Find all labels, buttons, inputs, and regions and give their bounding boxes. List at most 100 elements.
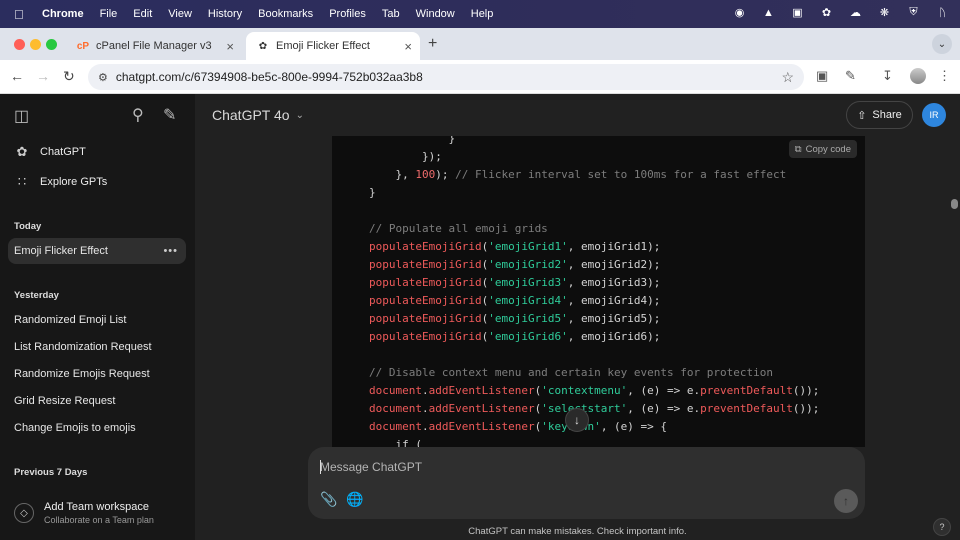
code-token: } [369,136,456,145]
profile-avatar[interactable] [910,68,926,84]
code-block: ⧉ Copy code } }); }, 100); // Flicker in… [332,136,865,447]
window-zoom-button[interactable] [46,39,57,50]
tab-title: Emoji Flicker Effect [276,40,370,52]
code-line: document.addEventListener('keydown', (e)… [369,418,667,436]
send-button[interactable]: ↑ [834,489,858,513]
menu-window[interactable]: Window [416,8,455,20]
screenshot-icon[interactable]: ▣ [816,68,828,84]
reload-icon[interactable]: ↻ [63,68,75,85]
code-line: populateEmojiGrid('emojiGrid6', emojiGri… [369,328,660,346]
tab-emoji-flicker[interactable]: ✿ Emoji Flicker Effect × [246,32,420,60]
new-tab-icon[interactable]: + [428,35,437,53]
code-token: 'emojiGrid5' [488,312,568,325]
menu-history[interactable]: History [208,8,242,20]
macos-menubar:  Chrome File Edit View History Bookmark… [0,0,960,28]
attach-paperclip-icon[interactable]: 📎 [320,491,337,508]
model-selector[interactable]: ChatGPT 4o ⌄ [212,107,304,123]
code-token: , emojiGrid6); [567,330,661,343]
code-token: , (e) => e. [627,402,701,415]
close-tab-icon[interactable]: × [226,39,234,54]
cloud-icon[interactable]: ☁ [848,5,863,20]
tab-search-chevron-icon[interactable]: ⌄ [932,34,952,54]
page-scrollbar-thumb[interactable] [951,199,958,209]
code-token: populateEmojiGrid [369,276,482,289]
web-search-globe-icon[interactable]: 🌐 [346,491,363,508]
team-workspace-icon: ◇ [14,503,34,523]
sidebar-toggle-icon[interactable]: ◫ [14,106,29,126]
openai-icon: ✿ [258,40,268,52]
scroll-down-button[interactable]: ↓ [565,408,589,432]
add-team-workspace[interactable]: ◇ Add Team workspace Collaborate on a Te… [14,501,154,525]
history-item[interactable]: Randomize Emojis Request [14,368,150,380]
download-icon[interactable]: ↧ [882,68,893,84]
apple-icon[interactable]:  [14,7,30,22]
code-token: 'emojiGrid1' [488,240,568,253]
copy-icon: ⧉ [794,143,802,155]
history-item[interactable]: List Randomization Request [14,341,152,353]
sidebar-item-label: Explore GPTs [40,176,108,188]
display-icon[interactable]: ▣ [790,5,805,20]
code-token: populateEmojiGrid [369,240,482,253]
code-token: . [421,384,429,397]
user-avatar[interactable]: IR [922,103,946,127]
code-token: 'emojiGrid6' [488,330,568,343]
extensions-puzzle-icon[interactable]: ✎ [845,68,856,84]
history-item[interactable]: Grid Resize Request [14,395,116,407]
window-minimize-button[interactable] [30,39,41,50]
code-token: 100 [415,168,436,181]
copy-code-label: Copy code [805,143,851,155]
forward-arrow-icon[interactable]: → [36,68,50,84]
sidebar-item-chatgpt[interactable]: ✿ ChatGPT [14,144,86,160]
more-options-icon[interactable]: ••• [163,245,178,257]
code-token: populateEmojiGrid [369,294,482,307]
code-token: populateEmojiGrid [369,330,482,343]
menu-profiles[interactable]: Profiles [329,8,366,20]
code-token: } [369,186,376,199]
menu-view[interactable]: View [168,8,192,20]
section-heading-yesterday: Yesterday [14,290,59,301]
code-token: document [369,420,422,433]
tab-cpanel[interactable]: cP cPanel File Manager v3 × [66,32,242,60]
menu-bookmarks[interactable]: Bookmarks [258,8,313,20]
menu-file[interactable]: File [100,8,118,20]
message-input[interactable] [320,457,840,477]
extension-status-icon[interactable]: ❋ [877,5,892,20]
code-token: , emojiGrid1); [567,240,661,253]
history-item-active[interactable]: Emoji Flicker Effect ••• [8,238,186,264]
drive-icon[interactable]: ▲ [761,5,776,20]
help-button[interactable]: ? [933,518,951,536]
code-token: 'contextmenu' [541,384,628,397]
bookmark-star-icon[interactable]: ☆ [781,69,794,86]
sidebar-item-explore-gpts[interactable]: ∷ Explore GPTs [14,174,107,190]
more-vertical-icon[interactable]: ⋮ [938,68,951,84]
code-token: addEventListener [428,402,535,415]
code-token: preventDefault [700,402,793,415]
history-item[interactable]: Randomized Emoji List [14,314,127,326]
vpn-shield-icon[interactable]: ⛨ [906,5,921,20]
code-line: }); [369,148,442,166]
record-icon[interactable]: ◉ [732,5,747,20]
code-token: 'emojiGrid3' [488,276,568,289]
new-chat-icon[interactable]: ✎ [163,105,176,125]
code-token: preventDefault [700,384,793,397]
code-token: if ( [369,438,422,447]
code-token: , (e) => { [600,420,668,433]
menu-tab[interactable]: Tab [382,8,400,20]
openai-status-icon[interactable]: ✿ [819,5,834,20]
share-button[interactable]: ⇧ Share [846,101,913,129]
bluetooth-icon[interactable]: ᚢ [935,5,950,20]
menu-edit[interactable]: Edit [133,8,152,20]
code-token: ); [435,168,456,181]
window-close-button[interactable] [14,39,25,50]
copy-code-button[interactable]: ⧉ Copy code [788,140,857,158]
code-token: ()); [792,402,820,415]
section-heading-previous-7-days: Previous 7 Days [14,467,88,478]
close-tab-icon[interactable]: × [404,39,412,54]
site-info-icon[interactable]: ⚙ [98,71,108,84]
address-bar[interactable]: ⚙ chatgpt.com/c/67394908-be5c-800e-9994-… [88,64,804,90]
menu-app-name[interactable]: Chrome [42,8,84,20]
history-item[interactable]: Change Emojis to emojis [14,422,136,434]
back-arrow-icon[interactable]: ← [10,68,24,84]
search-icon[interactable]: ⚲ [132,105,144,125]
menu-help[interactable]: Help [471,8,494,20]
